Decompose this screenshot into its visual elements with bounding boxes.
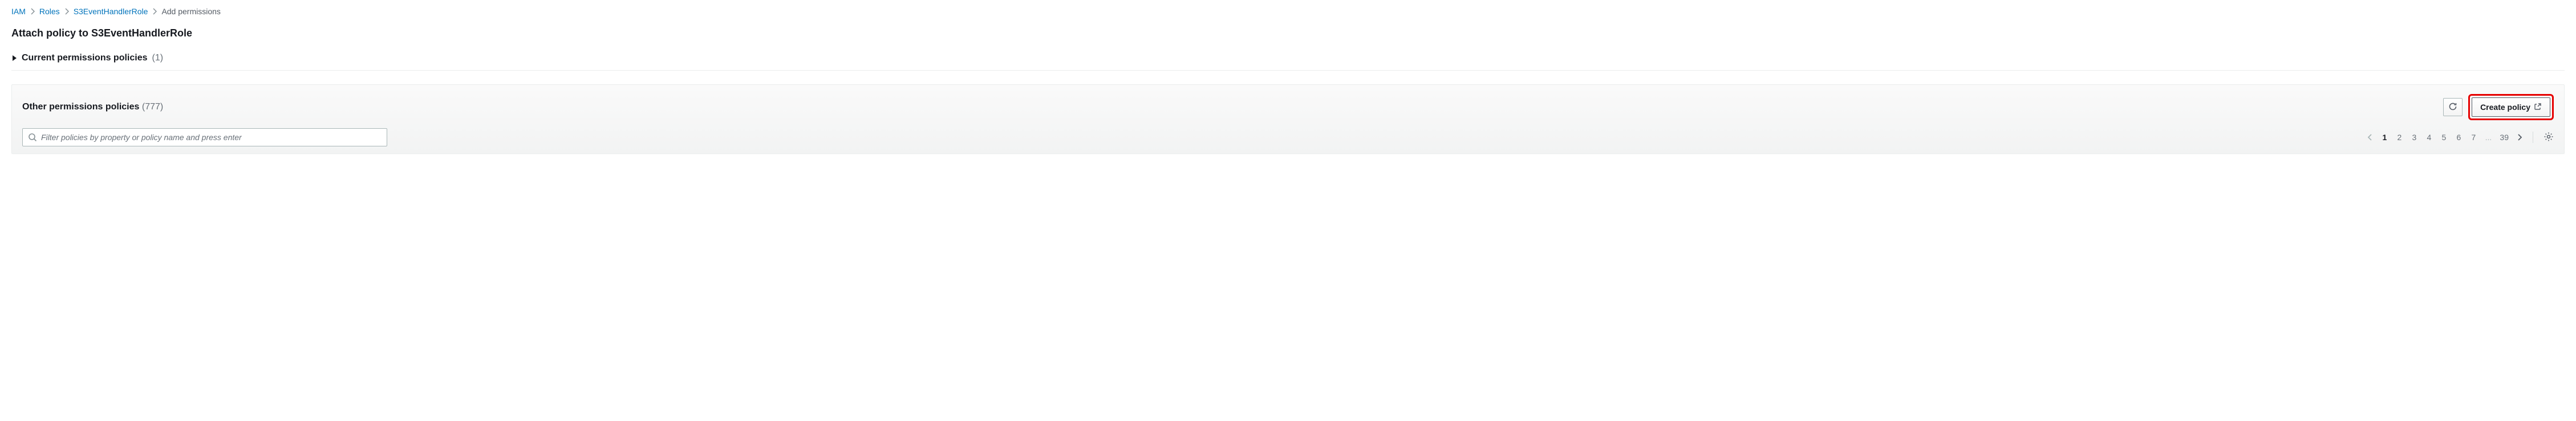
create-policy-button-label: Create policy xyxy=(2480,103,2530,112)
filter-input[interactable] xyxy=(22,128,387,146)
breadcrumb-link-iam[interactable]: IAM xyxy=(11,7,26,16)
page-ellipsis: ... xyxy=(2485,133,2492,142)
page-4[interactable]: 4 xyxy=(2425,133,2432,142)
page-next[interactable] xyxy=(2517,133,2522,141)
page-1[interactable]: 1 xyxy=(2381,133,2388,142)
pagination: 1 2 3 4 5 6 7 ... 39 xyxy=(2367,132,2554,144)
page-last[interactable]: 39 xyxy=(2500,133,2509,142)
breadcrumb-link-roles[interactable]: Roles xyxy=(39,7,60,16)
chevron-right-icon xyxy=(152,8,157,15)
search-icon xyxy=(28,133,37,142)
gear-icon xyxy=(2543,132,2554,144)
page-5[interactable]: 5 xyxy=(2440,133,2447,142)
other-policies-title: Other permissions policies (777) xyxy=(22,102,163,112)
filter-search xyxy=(22,128,387,146)
highlight-box: Create policy xyxy=(2468,94,2554,120)
divider xyxy=(11,70,2565,71)
create-policy-button[interactable]: Create policy xyxy=(2472,97,2550,117)
page-title: Attach policy to S3EventHandlerRole xyxy=(11,27,2565,39)
external-link-icon xyxy=(2534,103,2542,112)
refresh-icon xyxy=(2448,102,2457,113)
breadcrumb: IAM Roles S3EventHandlerRole Add permiss… xyxy=(11,7,2565,16)
page-3[interactable]: 3 xyxy=(2411,133,2417,142)
current-policies-label: Current permissions policies xyxy=(22,53,148,63)
refresh-button[interactable] xyxy=(2443,98,2463,116)
other-policies-label: Other permissions policies xyxy=(22,102,139,112)
settings-button[interactable] xyxy=(2543,132,2554,144)
page-6[interactable]: 6 xyxy=(2455,133,2462,142)
other-policies-count: (777) xyxy=(142,102,163,112)
chevron-right-icon xyxy=(30,8,35,15)
current-policies-count: (1) xyxy=(152,53,164,63)
caret-right-icon xyxy=(11,55,17,62)
breadcrumb-link-role-name[interactable]: S3EventHandlerRole xyxy=(74,7,148,16)
page-7[interactable]: 7 xyxy=(2470,133,2477,142)
breadcrumb-current: Add permissions xyxy=(161,7,221,16)
page-prev[interactable] xyxy=(2367,133,2373,141)
chevron-right-icon xyxy=(64,8,69,15)
page-2[interactable]: 2 xyxy=(2396,133,2403,142)
other-policies-panel: Other permissions policies (777) Create … xyxy=(11,84,2565,154)
current-policies-header[interactable]: Current permissions policies (1) xyxy=(11,53,2565,63)
